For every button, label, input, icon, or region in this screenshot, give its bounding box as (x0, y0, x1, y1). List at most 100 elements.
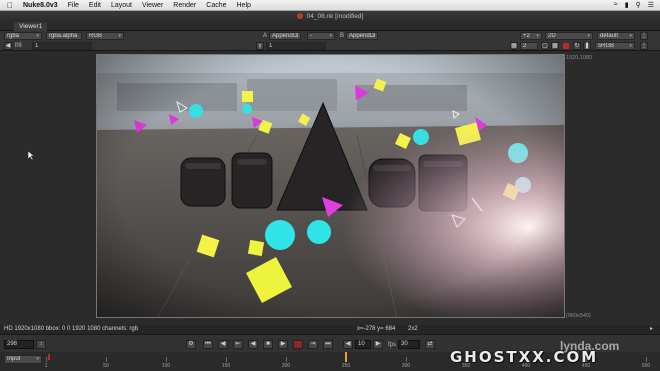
viewer-toolbar-top: rgba ▾ rgba.alpha RGB ▾ A AppendCl ▾ - ▾ B A… (0, 31, 660, 41)
timeline-tick-label: 150 (221, 363, 231, 369)
channels-dropdown[interactable]: rgba ▾ (4, 32, 42, 40)
skip-to-end-icon[interactable]: ⏭ (323, 340, 333, 349)
wifi-icon[interactable]: ≈ (614, 1, 618, 9)
viewer-settings-icon[interactable]: ⋮ (640, 32, 648, 40)
menu-cache[interactable]: Cache (206, 2, 226, 9)
proxy-dropdown[interactable]: 2 (520, 42, 538, 50)
pause-icon[interactable]: ❚ (583, 42, 591, 50)
viewer-status-bar: HD 1920x1080 bbox: 0 0 1920 1080 channel… (0, 325, 660, 334)
timeline-tick-label: 100 (161, 363, 171, 369)
menu-file[interactable]: File (68, 2, 79, 9)
clipping-icon[interactable]: ▩ (551, 42, 559, 50)
menu-edit[interactable]: Edit (89, 2, 101, 9)
chevron-down-icon: ▾ (372, 33, 375, 39)
a-input-dropdown[interactable]: AppendCl ▾ (269, 32, 301, 40)
lut-dropdown[interactable]: default ▾ (597, 32, 635, 40)
document-icon (296, 13, 303, 19)
timeline-input-value: Input (7, 356, 21, 362)
viewer-toolbar-bottom: ◀ f/8 1 γ 1 ▦ 2 ▢ ▩ ↻ ❚ sRGB ▾ ⋮ (0, 41, 660, 51)
a-input-value: AppendCl (272, 33, 299, 39)
alpha-value: rgba.alpha (49, 33, 78, 39)
notification-list-icon[interactable]: ☰ (648, 1, 654, 9)
spotlight-icon[interactable]: ⚲ (636, 1, 641, 9)
proxy-value: 2 (523, 43, 527, 49)
play-forward-icon[interactable]: ▶ (278, 340, 288, 349)
step-back-icon[interactable]: ⇤ (233, 340, 243, 349)
menu-viewer[interactable]: Viewer (142, 2, 163, 9)
stop-icon[interactable]: ■ (263, 340, 273, 349)
chevron-down-icon: ▾ (629, 33, 632, 39)
menu-render[interactable]: Render (173, 2, 196, 9)
in-point-marker[interactable] (48, 354, 50, 360)
timeline-tick-label: 300 (401, 363, 411, 369)
chevron-down-icon: ▾ (629, 43, 632, 49)
zoom-value: +2 (523, 33, 530, 39)
timeline-tick-mark (106, 357, 107, 362)
loop-icon[interactable]: ⇄ (425, 340, 435, 349)
gamma-field[interactable]: 1 (266, 42, 326, 50)
tab-viewer1[interactable]: Viewer1 (14, 22, 48, 31)
viewer-tab-strip: Viewer1 (0, 21, 660, 31)
alpha-dropdown[interactable]: rgba.alpha (46, 32, 82, 40)
increment-field[interactable]: 10 (355, 340, 371, 349)
settings-gear-icon[interactable]: ⚙ (186, 340, 196, 349)
roi-icon[interactable]: ▢ (541, 42, 549, 50)
lut-value: default (600, 33, 619, 39)
record-icon[interactable] (563, 43, 569, 49)
wipe-mode-value: - (310, 33, 312, 39)
menu-help[interactable]: Help (237, 2, 251, 9)
playhead-marker[interactable] (345, 352, 347, 362)
a-input-label: A (263, 33, 268, 39)
b-input-dropdown[interactable]: AppendCl ▾ (346, 32, 378, 40)
apple-icon[interactable]:  (7, 1, 17, 10)
gamma-toggle-icon[interactable]: γ (256, 42, 264, 50)
chevron-down-icon: ▾ (36, 356, 39, 362)
view-mode-dropdown[interactable]: 2D ▾ (545, 32, 593, 40)
wipe-mode-dropdown[interactable]: - ▾ (307, 32, 335, 40)
chevron-down-icon: ▾ (295, 33, 298, 39)
step-back-increment-icon[interactable]: ◀ (343, 340, 353, 349)
gain-field[interactable]: 1 (32, 42, 92, 50)
colorspace-value: RGB (89, 33, 103, 39)
colorspace-dropdown[interactable]: RGB ▾ (86, 32, 124, 40)
frame-step-back-icon[interactable]: ◀ (4, 42, 12, 50)
b-input-value: AppendCl (349, 33, 376, 39)
battery-icon[interactable]: ▮ (625, 1, 629, 9)
previous-keyframe-icon[interactable]: ◀ (218, 340, 228, 349)
proxy-size-label: (960x540) (566, 313, 591, 319)
timeline-tick-mark (166, 357, 167, 362)
play-backward-icon[interactable]: ◀ (248, 340, 258, 349)
b-input-label: B (340, 33, 345, 39)
skip-to-start-icon[interactable]: ⏮ (203, 340, 213, 349)
gamma-value: 1 (269, 43, 273, 49)
chevron-down-icon: ▾ (587, 33, 590, 39)
record-button[interactable] (293, 340, 303, 349)
app-menu[interactable]: Nuke8.0v3 (23, 2, 58, 9)
timeline-tick-label: 50 (103, 363, 109, 369)
display-colorspace-value: sRGB (598, 43, 615, 49)
current-frame-field[interactable]: 298 (4, 340, 34, 349)
proxy-icon[interactable]: ▦ (510, 42, 518, 50)
display-colorspace-dropdown[interactable]: sRGB ▾ (595, 42, 635, 50)
timeline-tick-label: 500 (641, 363, 651, 369)
lut-options-icon[interactable]: ⋮ (640, 42, 648, 50)
render-image (97, 55, 564, 317)
expand-icon[interactable]: ▸ (650, 325, 653, 334)
viewer-panel[interactable]: 1920,1080 (960x540) (0, 51, 660, 325)
format-size-label: 1920,1080 (566, 55, 592, 61)
chevron-down-icon: ▾ (36, 33, 39, 39)
refresh-icon[interactable]: ↻ (573, 42, 581, 50)
chevron-down-icon: ▾ (329, 33, 332, 39)
timeline-tick-label: 200 (281, 363, 291, 369)
fps-field[interactable]: 30 (398, 340, 420, 349)
step-forward-increment-icon[interactable]: ▶ (373, 340, 383, 349)
step-forward-icon[interactable]: ⇥ (308, 340, 318, 349)
fps-label: fps (388, 342, 397, 348)
menu-layout[interactable]: Layout (111, 2, 132, 9)
mouse-cursor-icon (28, 151, 34, 160)
zoom-dropdown[interactable]: +2 ▾ (520, 32, 542, 40)
timeline-input-dropdown[interactable]: Input ▾ (4, 355, 42, 364)
viewer-image[interactable] (96, 54, 565, 318)
frame-increment-icon[interactable]: ↕ (36, 340, 46, 349)
timeline-tick-label: 250 (341, 363, 351, 369)
